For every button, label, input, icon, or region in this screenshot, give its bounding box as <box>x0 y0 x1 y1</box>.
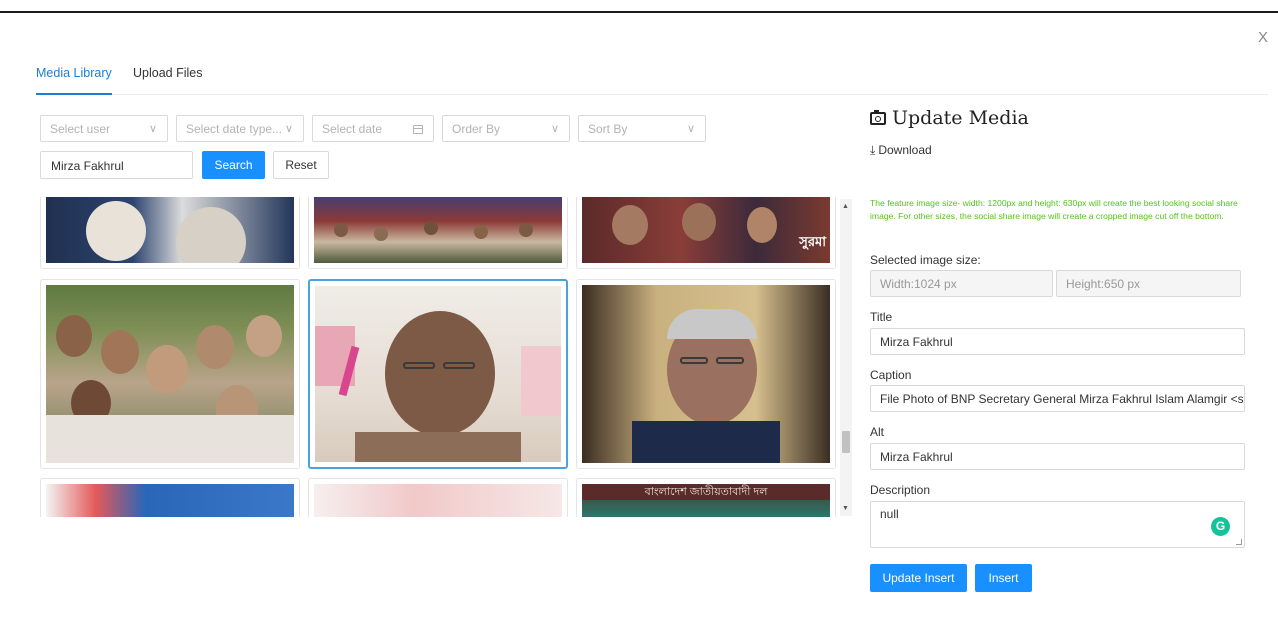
caption-field[interactable]: File Photo of BNP Secretary General Mirz… <box>870 385 1245 412</box>
description-label: Description <box>870 483 931 497</box>
select-date-type-placeholder: Select date type... <box>186 122 283 136</box>
search-button[interactable]: Search <box>202 151 265 179</box>
select-order-by[interactable]: Order By ∨ <box>442 115 570 142</box>
media-thumbnail <box>314 484 562 517</box>
media-thumbnail: সুরমা <box>582 197 830 263</box>
select-sort-by[interactable]: Sort By ∨ <box>578 115 706 142</box>
media-item[interactable] <box>308 197 568 269</box>
image-size-note: The feature image size- width: 1200px an… <box>870 198 1238 221</box>
selected-size-label: Selected image size: <box>870 253 981 267</box>
chevron-down-icon: ∨ <box>686 123 695 135</box>
select-user-placeholder: Select user <box>50 122 111 136</box>
download-label: Download <box>878 143 932 157</box>
title-field[interactable]: Mirza Fakhrul <box>870 328 1245 355</box>
title-label: Title <box>870 310 893 324</box>
update-insert-button[interactable]: Update Insert <box>870 564 967 592</box>
media-thumbnail <box>315 286 561 462</box>
media-item[interactable]: বাংলাদেশ জাতীয়তাবাদী দল <box>576 478 836 517</box>
close-icon[interactable]: X <box>1258 29 1268 46</box>
chevron-down-icon: ∨ <box>148 123 157 135</box>
select-date-placeholder: Select date <box>322 122 383 136</box>
select-date[interactable]: Select date <box>312 115 434 142</box>
media-thumbnail <box>46 484 294 517</box>
caption-label: Caption <box>870 368 912 382</box>
media-grid: সুরমা বাংলাদেশ জাতীয়তাবাদী দল <box>36 197 856 517</box>
description-value: null <box>880 507 899 521</box>
camera-icon <box>870 110 886 125</box>
reset-button[interactable]: Reset <box>273 151 329 179</box>
download-icon: ⤓ <box>870 143 876 157</box>
media-scrollbar[interactable]: ▲ ▼ <box>840 199 852 516</box>
media-item-selected[interactable] <box>308 279 568 469</box>
media-thumbnail: বাংলাদেশ জাতীয়তাবাদী দল <box>582 484 830 517</box>
width-field: Width:1024 px <box>870 270 1053 297</box>
tab-upload-files[interactable]: Upload Files <box>133 66 202 95</box>
resize-handle-icon[interactable] <box>1236 539 1242 545</box>
media-thumbnail <box>46 285 294 463</box>
scroll-down-icon[interactable]: ▼ <box>842 505 849 512</box>
photo-banner-text: সুরমা <box>799 234 826 249</box>
media-item[interactable] <box>40 478 300 517</box>
grammarly-icon[interactable]: G <box>1211 517 1230 536</box>
top-border <box>0 11 1278 13</box>
search-input[interactable]: Mirza Fakhrul <box>40 151 193 179</box>
height-field: Height:650 px <box>1056 270 1241 297</box>
media-item[interactable] <box>576 279 836 469</box>
media-thumbnail <box>314 197 562 263</box>
chevron-down-icon: ∨ <box>550 123 559 135</box>
scroll-thumb[interactable] <box>842 431 850 453</box>
panel-title: Update Media <box>892 107 1029 129</box>
insert-button[interactable]: Insert <box>975 564 1032 592</box>
alt-label: Alt <box>870 425 885 439</box>
panel-header: Update Media <box>870 107 1029 129</box>
media-item[interactable] <box>40 279 300 469</box>
calendar-icon <box>413 125 423 134</box>
media-item[interactable] <box>308 478 568 517</box>
download-link[interactable]: ⤓ Download <box>870 143 932 158</box>
media-item[interactable]: সুরমা <box>576 197 836 269</box>
alt-field[interactable]: Mirza Fakhrul <box>870 443 1245 470</box>
description-field[interactable]: null G <box>870 501 1245 548</box>
scroll-up-icon[interactable]: ▲ <box>842 203 849 210</box>
select-order-placeholder: Order By <box>452 122 501 136</box>
photo-banner-text: বাংলাদেশ জাতীয়তাবাদী দল <box>582 484 830 500</box>
select-date-type[interactable]: Select date type... ∨ <box>176 115 304 142</box>
select-user[interactable]: Select user ∨ <box>40 115 168 142</box>
tab-bar: Media Library Upload Files <box>36 64 1268 95</box>
tab-media-library[interactable]: Media Library <box>36 66 112 95</box>
media-thumbnail <box>46 197 294 263</box>
media-thumbnail <box>582 285 830 463</box>
chevron-down-icon: ∨ <box>284 123 293 135</box>
media-item[interactable] <box>40 197 300 269</box>
select-sort-placeholder: Sort By <box>588 122 628 136</box>
